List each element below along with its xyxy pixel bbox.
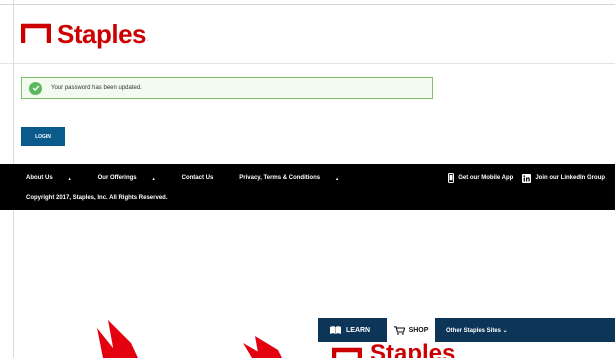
phone-icon <box>448 173 455 183</box>
linkedin-link[interactable]: Join our LinkedIn Group <box>522 173 605 183</box>
tab-learn[interactable]: LEARN <box>330 318 370 342</box>
cart-icon <box>393 325 405 335</box>
success-alert: Your password has been updated. <box>21 77 433 99</box>
tab-shop-label: SHOP <box>408 326 429 334</box>
caret-up-icon: ▲ <box>151 175 156 181</box>
footer-link-our-offerings[interactable]: Our Offerings ▲ <box>98 175 169 181</box>
staples-sites-navbar: LEARN SHOP Other Staples Sites ⌄ <box>318 318 615 342</box>
book-icon <box>330 326 341 334</box>
staples-logo[interactable]: Staples . <box>21 19 148 49</box>
tab-shop[interactable]: SHOP <box>387 318 435 342</box>
footer-nav: About Us ▲ Our Offerings ▲ Contact Us Priv… <box>26 175 365 181</box>
footer-link-label: Privacy, Terms & Conditions <box>239 175 321 181</box>
alert-message: Your password has been updated. <box>51 85 142 91</box>
staples-logo-icon <box>332 347 362 358</box>
site-footer: About Us ▲ Our Offerings ▲ Contact Us Priv… <box>0 164 615 210</box>
footer-link-privacy-terms[interactable]: Privacy, Terms & Conditions ▲ <box>239 175 352 181</box>
footer-social: Get our Mobile App Join our LinkedIn Gro… <box>439 173 605 183</box>
other-staples-sites-dropdown[interactable]: Other Staples Sites ⌄ <box>446 318 508 342</box>
logo-text: Staples <box>370 340 456 358</box>
mobile-app-link[interactable]: Get our Mobile App <box>448 173 513 183</box>
staples-logo-icon <box>21 23 51 43</box>
tab-learn-label: LEARN <box>346 326 371 334</box>
footer-link-about-us[interactable]: About Us ▲ <box>26 175 85 181</box>
staples-logo-secondary[interactable]: Staples <box>318 340 615 358</box>
copyright-text: Copyright 2017, Staples, Inc. All Rights… <box>26 195 168 201</box>
footer-link-label: Contact Us <box>181 175 214 181</box>
logo-text: Staples <box>57 18 147 49</box>
caret-up-icon: ▲ <box>335 175 340 181</box>
linkedin-label: Join our LinkedIn Group <box>535 175 605 181</box>
caret-up-icon: ▲ <box>67 175 72 181</box>
footer-link-label: Our Offerings <box>97 175 137 181</box>
login-button[interactable]: LOGIN <box>21 127 65 146</box>
footer-link-label: About Us <box>26 175 53 181</box>
logo-registered-mark: . <box>147 37 149 43</box>
site-header: Staples . <box>0 5 615 64</box>
check-circle-icon <box>29 81 42 95</box>
linkedin-icon <box>522 173 532 183</box>
page: Staples . Your password has been updated… <box>0 0 615 358</box>
footer-link-contact-us[interactable]: Contact Us <box>182 175 227 181</box>
mobile-app-label: Get our Mobile App <box>458 175 514 181</box>
